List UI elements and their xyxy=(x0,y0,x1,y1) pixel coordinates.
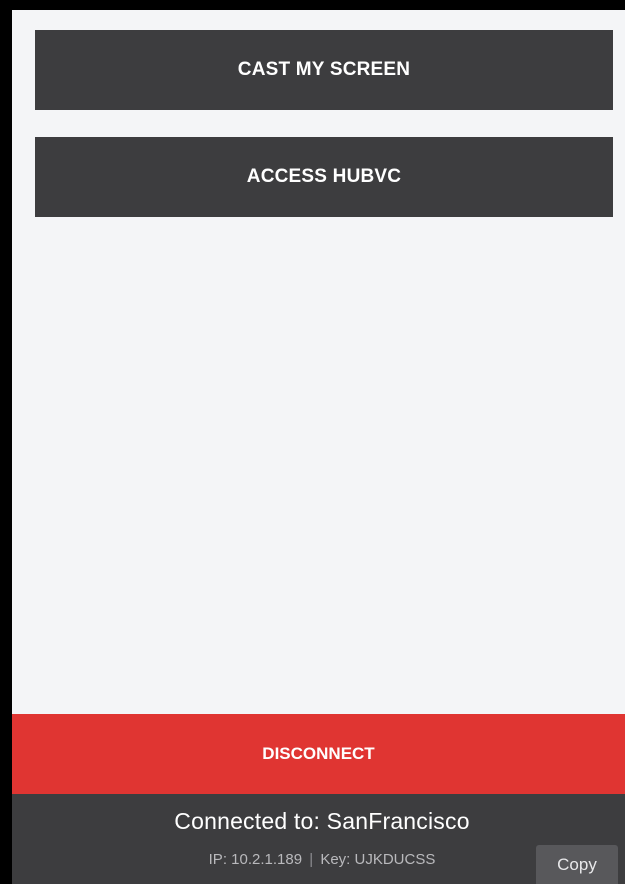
connection-details: IP: 10.2.1.189 | Key: UJKDUCSS xyxy=(12,851,625,868)
connection-footer: Connected to: SanFrancisco IP: 10.2.1.18… xyxy=(12,794,625,884)
ip-value: 10.2.1.189 xyxy=(231,851,303,868)
copy-button[interactable]: Copy xyxy=(536,845,618,884)
cast-my-screen-button[interactable]: CAST MY SCREEN xyxy=(35,30,613,110)
key-label: Key: xyxy=(320,851,351,868)
details-separator: | xyxy=(309,851,314,868)
key-value: UJKDUCSS xyxy=(354,851,436,868)
app-window: CAST MY SCREEN ACCESS HUBVC DISCONNECT C… xyxy=(12,10,625,884)
connected-to-label: Connected to: SanFrancisco xyxy=(174,808,470,834)
access-hubvc-button[interactable]: ACCESS HUBVC xyxy=(35,137,613,217)
disconnect-button[interactable]: DISCONNECT xyxy=(12,714,625,794)
ip-label: IP: xyxy=(208,851,227,868)
